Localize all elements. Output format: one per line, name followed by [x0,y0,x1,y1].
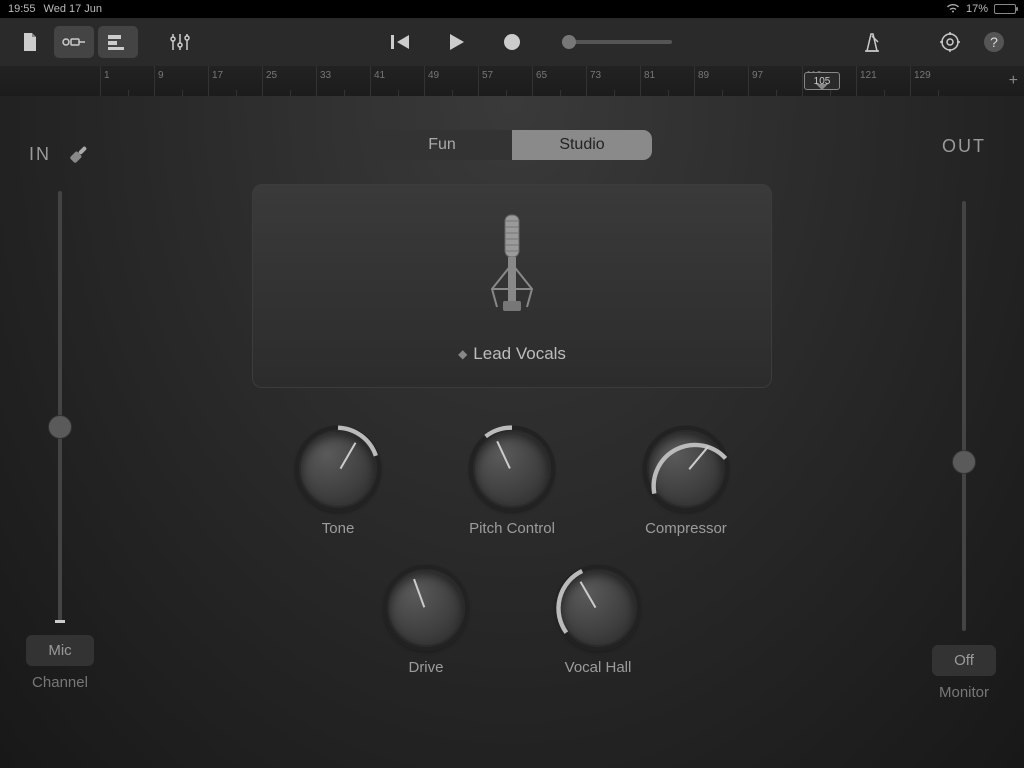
knob-drive: Drive [385,567,467,676]
metronome-button[interactable] [852,26,892,58]
ruler-tick: 41 [370,66,424,96]
tracks-view-button[interactable] [98,26,138,58]
status-time: 19:55 [8,3,36,15]
knob-pitch: Pitch Control [469,428,555,537]
input-jack-icon[interactable] [65,142,91,173]
ruler-tick: 65 [532,66,586,96]
preset-selector[interactable]: ◆Lead Vocals [252,184,772,388]
transport [380,26,672,58]
playhead[interactable]: 105 [800,66,844,96]
ruler-tick: 121 [856,66,910,96]
ruler-tick: 73 [586,66,640,96]
scrub-thumb[interactable] [562,35,576,49]
battery-icon [994,4,1016,14]
status-date: Wed 17 Jun [44,3,103,15]
ruler-tick: 97 [748,66,802,96]
tab-studio[interactable]: Studio [512,130,652,160]
ruler-tick: 17 [208,66,262,96]
output-column: OUT Off Monitor [904,96,1024,768]
in-label: IN [29,144,51,165]
ruler-tick: 57 [478,66,532,96]
ruler-tick: 1 [100,66,154,96]
ruler-tick: 9 [154,66,208,96]
knob-drive-dial[interactable] [385,567,467,649]
center-column: Fun Studio ◆Lead Vocals [120,96,904,768]
timeline-ruler[interactable]: 1 9 17 25 33 41 49 57 65 73 81 89 97 113… [0,66,1024,96]
knob-tone-label: Tone [322,520,355,537]
mode-segmented: Fun Studio [372,130,652,160]
fx-button[interactable] [160,26,200,58]
output-level-thumb[interactable] [952,450,976,474]
my-songs-button[interactable] [10,26,50,58]
toolbar: ? [0,18,1024,66]
monitor-label: Monitor [939,684,989,701]
ruler-tick: 25 [262,66,316,96]
svg-text:?: ? [990,34,998,50]
settings-button[interactable] [930,26,970,58]
knob-vocalhall-label: Vocal Hall [565,659,632,676]
play-button[interactable] [436,26,476,58]
knob-vocalhall: Vocal Hall [557,567,639,676]
rewind-button[interactable] [380,26,420,58]
ruler-tick: 129 [910,66,964,96]
input-gain-slider[interactable] [58,191,62,621]
tab-fun[interactable]: Fun [372,130,512,160]
knob-drive-label: Drive [408,659,443,676]
record-button[interactable] [492,26,532,58]
status-bar: 19:55 Wed 17 Jun 17% [0,0,1024,18]
ruler-tick: 89 [694,66,748,96]
wifi-icon [946,3,960,16]
browser-button[interactable] [54,26,94,58]
battery-pct: 17% [966,3,988,15]
output-level-slider[interactable] [962,201,966,631]
knob-pitch-label: Pitch Control [469,520,555,537]
knob-grid: Tone Pitch Control Compressor [297,428,727,676]
knob-compressor: Compressor [645,428,727,537]
input-gain-thumb[interactable] [48,415,72,439]
scrub-slider[interactable] [562,40,672,44]
preset-name: ◆Lead Vocals [458,344,566,364]
input-column: IN Mic Channel [0,96,120,768]
microphone-icon [477,209,547,334]
instrument-panel: IN Mic Channel Fun Studio [0,96,1024,768]
playhead-value: 105 [804,72,840,90]
out-label: OUT [942,136,986,157]
add-section-button[interactable]: + [1009,72,1018,90]
knob-tone: Tone [297,428,379,537]
input-channel-button[interactable]: Mic [26,635,93,666]
meter-mark [55,620,65,623]
input-channel-label: Channel [32,674,88,691]
help-button[interactable]: ? [974,26,1014,58]
knob-compressor-dial[interactable] [645,428,727,510]
knob-tone-dial[interactable] [297,428,379,510]
ruler-tick: 49 [424,66,478,96]
monitor-button[interactable]: Off [932,645,996,676]
knob-vocalhall-dial[interactable] [557,567,639,649]
knob-compressor-label: Compressor [645,520,727,537]
knob-pitch-dial[interactable] [471,428,553,510]
ruler-tick: 81 [640,66,694,96]
ruler-tick: 33 [316,66,370,96]
